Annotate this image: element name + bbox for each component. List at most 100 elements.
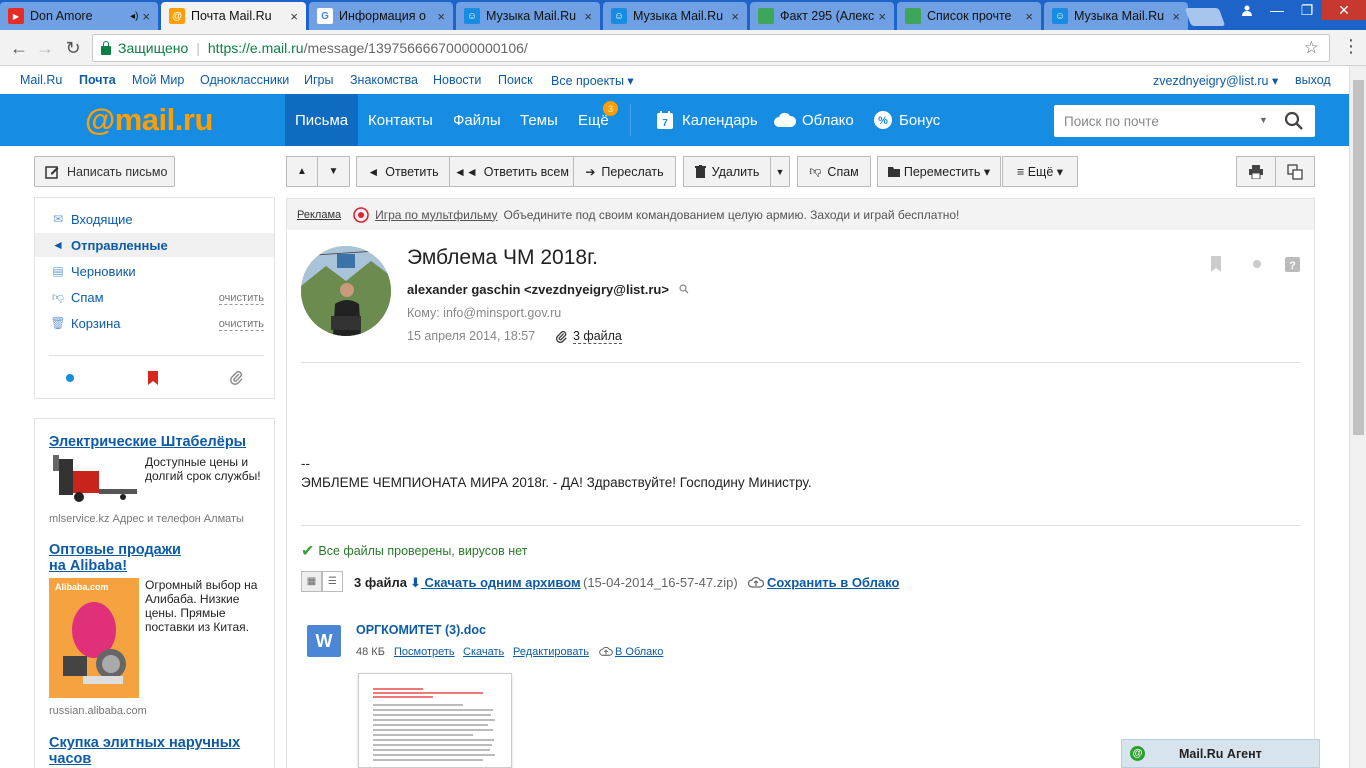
header-nav-item[interactable]: Контакты [358, 94, 443, 146]
ad-image-stacker[interactable] [49, 453, 139, 505]
more-button[interactable]: ≡ Ещё ▾ [1002, 156, 1078, 187]
mailru-agent-bar[interactable]: @ Mail.Ru Агент [1121, 739, 1320, 768]
cloud-link[interactable]: Облако [763, 94, 864, 146]
folder-item[interactable]: 👎︎ Спам очистить [35, 285, 274, 309]
browser-menu-icon[interactable]: ⋮ [1342, 36, 1360, 57]
scrollbar-thumb[interactable] [1353, 80, 1364, 435]
unread-filter-icon[interactable] [62, 370, 78, 386]
bonus-link[interactable]: % Бонус [863, 94, 950, 146]
browser-tab[interactable]: Список прочте × [897, 2, 1041, 30]
save-to-cloud-link[interactable]: Сохранить в Облако [747, 575, 899, 590]
url-input[interactable]: Защищено | https://e.mail.ru/message/139… [92, 34, 1330, 62]
list-view-toggle[interactable]: ☰ [322, 571, 343, 592]
sender-avatar[interactable] [301, 246, 391, 336]
ad-title-watches[interactable]: Скупка элитных наручных часов [49, 735, 259, 767]
attachment-filter-icon[interactable] [229, 370, 245, 386]
ad-image-alibaba[interactable]: Alibaba.com [49, 578, 139, 698]
close-tab-icon[interactable]: × [1172, 9, 1180, 24]
header-nav-item[interactable]: Письма [285, 94, 359, 146]
browser-tab[interactable]: Факт 295 (Алекс × [750, 2, 894, 30]
logout-link[interactable]: выход [1295, 73, 1331, 87]
folder-item[interactable]: ◄ Отправленные [35, 233, 274, 257]
search-dropdown-icon[interactable]: ▼ [1259, 115, 1268, 125]
browser-tab[interactable]: ☺ Музыка Mail.Ru × [456, 2, 600, 30]
prev-message-button[interactable]: ▲ [286, 156, 318, 187]
close-window-icon[interactable]: ✕ [1322, 0, 1366, 20]
maximize-window-icon[interactable]: ❐ [1292, 0, 1322, 20]
edit-attachment-link[interactable]: Редактировать [513, 646, 589, 658]
forward-arrow-icon[interactable]: → [34, 37, 56, 59]
download-attachment-link[interactable]: Скачать [463, 646, 504, 658]
search-icon[interactable] [1282, 110, 1306, 132]
read-status-icon[interactable] [1249, 256, 1265, 272]
minimize-window-icon[interactable]: — [1262, 0, 1292, 20]
window-user-icon[interactable] [1232, 0, 1262, 20]
flagged-filter-icon[interactable] [145, 370, 161, 386]
header-nav-item[interactable]: Темы [510, 94, 568, 146]
mailru-logo[interactable]: @mail.ru [85, 102, 213, 138]
attachment-preview[interactable] [358, 673, 512, 768]
close-tab-icon[interactable]: × [437, 9, 445, 24]
back-arrow-icon[interactable]: ← [8, 37, 30, 59]
new-tab-button[interactable] [1184, 8, 1226, 26]
forward-button[interactable]: ➔ Переслать [573, 156, 676, 187]
ad-title-alibaba[interactable]: Оптовые продажи на Alibaba! [49, 542, 199, 574]
clear-folder-link[interactable]: очистить [218, 318, 264, 331]
portal-link[interactable]: Поиск [498, 73, 533, 87]
download-archive-link[interactable]: ⬇ Скачать одним архивом [410, 575, 581, 591]
magnifier-icon[interactable] [678, 284, 689, 294]
folder-item[interactable]: ▤ Черновики [35, 259, 274, 283]
portal-link[interactable]: Игры [304, 73, 333, 87]
bookmark-star-icon[interactable]: ☆ [1304, 38, 1319, 58]
user-email-menu[interactable]: zvezdnyeigry@list.ru ▾ [1153, 73, 1278, 88]
attachment-name[interactable]: ОРГКОМИТЕТ (3).doc [356, 623, 486, 637]
portal-link[interactable]: Одноклассники [200, 73, 289, 87]
close-tab-icon[interactable]: × [1025, 9, 1033, 24]
browser-tab[interactable]: ▶ Don Amore ◂) × [0, 2, 158, 30]
close-tab-icon[interactable]: × [731, 9, 739, 24]
portal-link[interactable]: Mail.Ru [20, 73, 62, 87]
portal-link[interactable]: Новости [433, 73, 481, 87]
clear-folder-link[interactable]: очистить [218, 292, 264, 305]
delete-button[interactable]: Удалить [683, 156, 771, 187]
secure-indicator[interactable]: Защищено [101, 40, 188, 56]
browser-tab[interactable]: G Информация о × [309, 2, 453, 30]
attachment-to-cloud-link[interactable]: В Облако [599, 646, 663, 658]
next-message-button[interactable]: ▼ [317, 156, 350, 187]
compose-button[interactable]: Написать письмо [34, 156, 175, 187]
print-button[interactable] [1236, 156, 1276, 187]
help-icon[interactable]: ? [1284, 256, 1300, 272]
message-from[interactable]: alexander gaschin <zvezdnyeigry@list.ru> [407, 282, 689, 297]
close-tab-icon[interactable]: × [878, 9, 886, 24]
portal-link[interactable]: Почта [79, 73, 116, 87]
audio-playing-icon[interactable]: ◂) [130, 11, 138, 22]
word-doc-icon[interactable]: W [307, 625, 341, 657]
attachments-link[interactable]: 3 файла [573, 329, 622, 344]
view-attachment-link[interactable]: Посмотреть [394, 646, 455, 658]
folder-item[interactable]: 🗑︎ Корзина очистить [35, 311, 274, 335]
portal-link[interactable]: Все проекты ▾ [551, 73, 634, 88]
folder-item[interactable]: ✉ Входящие [35, 207, 274, 231]
browser-tab[interactable]: @ Почта Mail.Ru × [161, 2, 306, 30]
close-tab-icon[interactable]: × [584, 9, 592, 24]
portal-link[interactable]: Мой Мир [132, 73, 184, 87]
browser-tab[interactable]: ☺ Музыка Mail.Ru × [603, 2, 747, 30]
ad-tag[interactable]: Реклама [297, 209, 341, 221]
move-button[interactable]: Переместить ▾ [877, 156, 1001, 187]
spam-button[interactable]: 👎︎ Спам [797, 156, 871, 187]
header-nav-item[interactable]: Файлы [443, 94, 511, 146]
calendar-link[interactable]: 7 Календарь [645, 94, 768, 146]
mail-search-input[interactable]: Поиск по почте ▼ [1054, 105, 1315, 137]
close-tab-icon[interactable]: × [290, 9, 298, 24]
browser-tab[interactable]: ☺ Музыка Mail.Ru × [1044, 2, 1188, 30]
ad-title-stackers[interactable]: Электрические Штабелёры [49, 434, 246, 450]
flag-icon[interactable] [1208, 256, 1224, 272]
reload-icon[interactable]: ↻ [62, 37, 84, 59]
grid-view-toggle[interactable]: ▦ [301, 571, 322, 592]
reply-all-button[interactable]: ◄◄ Ответить всем [449, 156, 574, 187]
reply-button[interactable]: ◄ Ответить [356, 156, 450, 187]
page-scrollbar[interactable] [1349, 66, 1366, 768]
ad-bar-link[interactable]: Игра по мультфильму [375, 208, 497, 222]
portal-link[interactable]: Знакомства [350, 73, 418, 87]
delete-dropdown-button[interactable]: ▼ [770, 156, 790, 187]
